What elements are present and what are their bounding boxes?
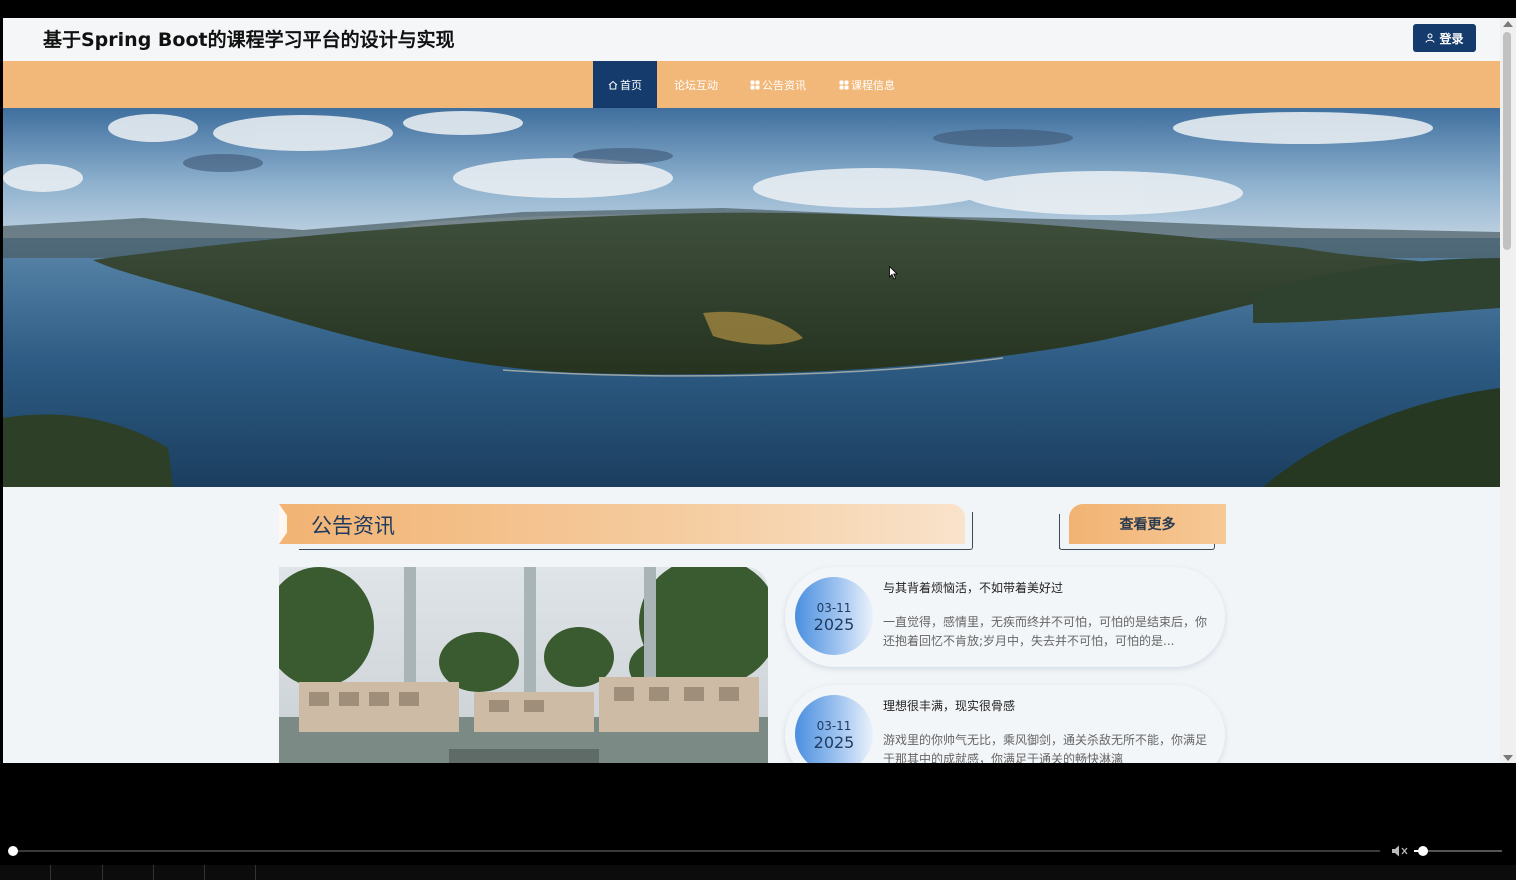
- home-icon: [608, 80, 618, 89]
- more-wrap: 查看更多: [1059, 504, 1226, 550]
- announcement-body: 游戏里的你帅气无比，乘风御剑，通关杀敌无所不能，你满足于那其中的成就感，你满足于…: [883, 733, 1208, 763]
- taskbar-segment[interactable]: [153, 865, 154, 880]
- announcement-title: 理想很丰满，现实很骨感: [883, 699, 1016, 713]
- announcement-body: 一直觉得，感情里，无疾而终并不可怕，可怕的是结束后，你还抱着回忆不肯放;岁月中，…: [883, 615, 1208, 648]
- taskbar-segment[interactable]: [102, 865, 103, 880]
- view-more-button[interactable]: 查看更多: [1069, 504, 1226, 544]
- volume-handle[interactable]: [1418, 846, 1428, 856]
- section-header-outline: [299, 512, 973, 550]
- section-title: 公告资讯: [311, 514, 395, 538]
- nav-forum-label: 论坛互动: [674, 78, 718, 92]
- nav-courses[interactable]: 课程信息: [839, 61, 895, 108]
- page-scrollbar[interactable]: [1500, 18, 1516, 763]
- browser-viewport: 基于Spring Boot的课程学习平台的设计与实现 登录 首页 论坛互动 公告…: [3, 18, 1500, 763]
- scroll-down-arrow-icon[interactable]: [1503, 755, 1513, 761]
- login-button[interactable]: 登录: [1413, 24, 1476, 52]
- hero-banner-image[interactable]: [3, 108, 1500, 487]
- nav-forum[interactable]: 论坛互动: [674, 61, 718, 108]
- grid-icon: [839, 80, 849, 89]
- main-nav: 首页 论坛互动 公告资讯 课程信息: [3, 61, 1500, 108]
- window-top-bar: [0, 0, 1516, 18]
- user-icon: [1425, 33, 1435, 43]
- mouse-cursor-icon: [889, 266, 898, 280]
- announcement-title: 与其背着烦恼活，不如带着美好过: [883, 581, 1064, 595]
- taskbar-segment[interactable]: [204, 865, 205, 880]
- date-year: 2025: [813, 733, 855, 752]
- date-year: 2025: [813, 615, 855, 634]
- taskbar-segment[interactable]: [255, 865, 256, 880]
- nav-courses-label: 课程信息: [851, 78, 895, 92]
- date-badge: 03-11 2025: [795, 695, 873, 763]
- date-badge: 03-11 2025: [795, 577, 873, 655]
- announcement-card[interactable]: 03-11 2025 与其背着烦恼活，不如带着美好过 一直觉得，感情里，无疾而终…: [785, 567, 1225, 667]
- announcement-photo[interactable]: [279, 567, 768, 763]
- announcements-section-header: 公告资讯: [279, 504, 973, 550]
- scroll-up-arrow-icon[interactable]: [1503, 21, 1513, 27]
- taskbar-strip: [0, 865, 1516, 880]
- nav-home-label: 首页: [620, 78, 642, 92]
- volume-icon[interactable]: [1391, 844, 1409, 858]
- video-player-controls: [0, 763, 1516, 880]
- nav-home[interactable]: 首页: [593, 61, 657, 108]
- date-month-day: 03-11: [816, 601, 852, 615]
- seek-handle[interactable]: [8, 846, 18, 856]
- grid-icon: [750, 80, 760, 89]
- section-header-arrow-inner: [287, 510, 297, 538]
- seek-bar[interactable]: [12, 850, 1380, 852]
- nav-announcements[interactable]: 公告资讯: [750, 61, 806, 108]
- site-title: 基于Spring Boot的课程学习平台的设计与实现: [43, 29, 455, 51]
- announcement-card[interactable]: 03-11 2025 理想很丰满，现实很骨感 游戏里的你帅气无比，乘风御剑，通关…: [785, 685, 1225, 763]
- taskbar-segment[interactable]: [50, 865, 51, 880]
- site-header: 基于Spring Boot的课程学习平台的设计与实现 登录: [3, 18, 1500, 61]
- nav-announcements-label: 公告资讯: [762, 78, 806, 92]
- scroll-thumb[interactable]: [1503, 32, 1511, 250]
- date-month-day: 03-11: [816, 719, 852, 733]
- login-label: 登录: [1439, 31, 1464, 46]
